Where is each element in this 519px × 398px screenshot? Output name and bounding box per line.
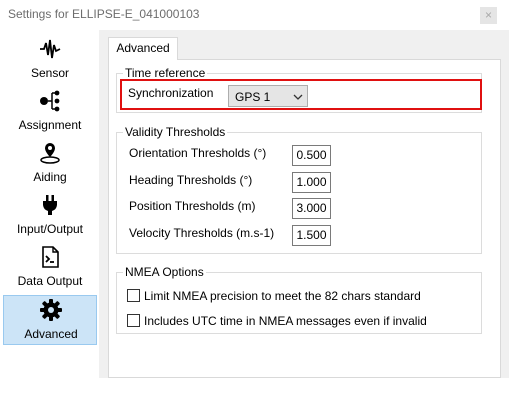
orientation-threshold-label: Orientation Thresholds (°) bbox=[129, 146, 267, 160]
sidebar-item-label: Assignment bbox=[18, 118, 82, 132]
sidebar-item-label: Data Output bbox=[17, 274, 83, 288]
document-export-icon bbox=[3, 245, 97, 269]
sidebar-item-label: Advanced bbox=[24, 327, 78, 341]
position-threshold-input[interactable]: 3.000 bbox=[292, 198, 331, 219]
synchronization-value: GPS 1 bbox=[235, 90, 271, 104]
synchronization-select[interactable]: GPS 1 bbox=[228, 85, 308, 107]
sidebar-item-advanced[interactable]: Advanced bbox=[3, 295, 97, 345]
synchronization-label: Synchronization bbox=[128, 86, 214, 100]
sidebar-item-assignment[interactable]: Assignment bbox=[3, 87, 97, 137]
gear-icon bbox=[4, 298, 98, 322]
tab-advanced[interactable]: Advanced bbox=[108, 37, 178, 60]
sidebar-item-label: Aiding bbox=[33, 170, 67, 184]
limit-nmea-precision-checkbox[interactable] bbox=[127, 289, 140, 302]
close-button[interactable]: × bbox=[480, 7, 497, 24]
footer bbox=[0, 378, 519, 398]
heading-threshold-input[interactable]: 1.000 bbox=[292, 172, 331, 193]
sidebar-item-aiding[interactable]: Aiding bbox=[3, 139, 97, 189]
sidebar-item-label: Sensor bbox=[30, 66, 70, 80]
chevron-down-icon bbox=[293, 91, 303, 105]
waveform-icon bbox=[3, 37, 97, 61]
sidebar-item-label: Input/Output bbox=[16, 222, 84, 236]
satellite-pin-icon bbox=[3, 141, 97, 165]
title-bar: Settings for ELLIPSE-E_041000103 × bbox=[0, 0, 519, 30]
sidebar-item-sensor[interactable]: Sensor bbox=[3, 35, 97, 85]
sidebar: Sensor Assignment Aiding Input/Output Da… bbox=[0, 33, 99, 378]
validity-thresholds-legend: Validity Thresholds bbox=[125, 125, 226, 139]
include-utc-time-checkbox[interactable] bbox=[127, 314, 140, 327]
nmea-options-legend: NMEA Options bbox=[125, 265, 204, 279]
limit-nmea-precision-label[interactable]: Limit NMEA precision to meet the 82 char… bbox=[144, 289, 421, 303]
orientation-threshold-input[interactable]: 0.500 bbox=[292, 145, 331, 166]
sidebar-item-data-output[interactable]: Data Output bbox=[3, 243, 97, 293]
position-threshold-label: Position Thresholds (m) bbox=[129, 199, 256, 213]
include-utc-time-label[interactable]: Includes UTC time in NMEA messages even … bbox=[144, 314, 427, 328]
window-title: Settings for ELLIPSE-E_041000103 bbox=[8, 7, 200, 21]
velocity-threshold-input[interactable]: 1.500 bbox=[292, 225, 331, 246]
hierarchy-icon bbox=[3, 89, 97, 113]
sidebar-item-input-output[interactable]: Input/Output bbox=[3, 191, 97, 241]
time-reference-legend: Time reference bbox=[125, 66, 206, 80]
velocity-threshold-label: Velocity Thresholds (m.s-1) bbox=[129, 226, 275, 240]
heading-threshold-label: Heading Thresholds (°) bbox=[129, 173, 253, 187]
plug-icon bbox=[3, 193, 97, 217]
